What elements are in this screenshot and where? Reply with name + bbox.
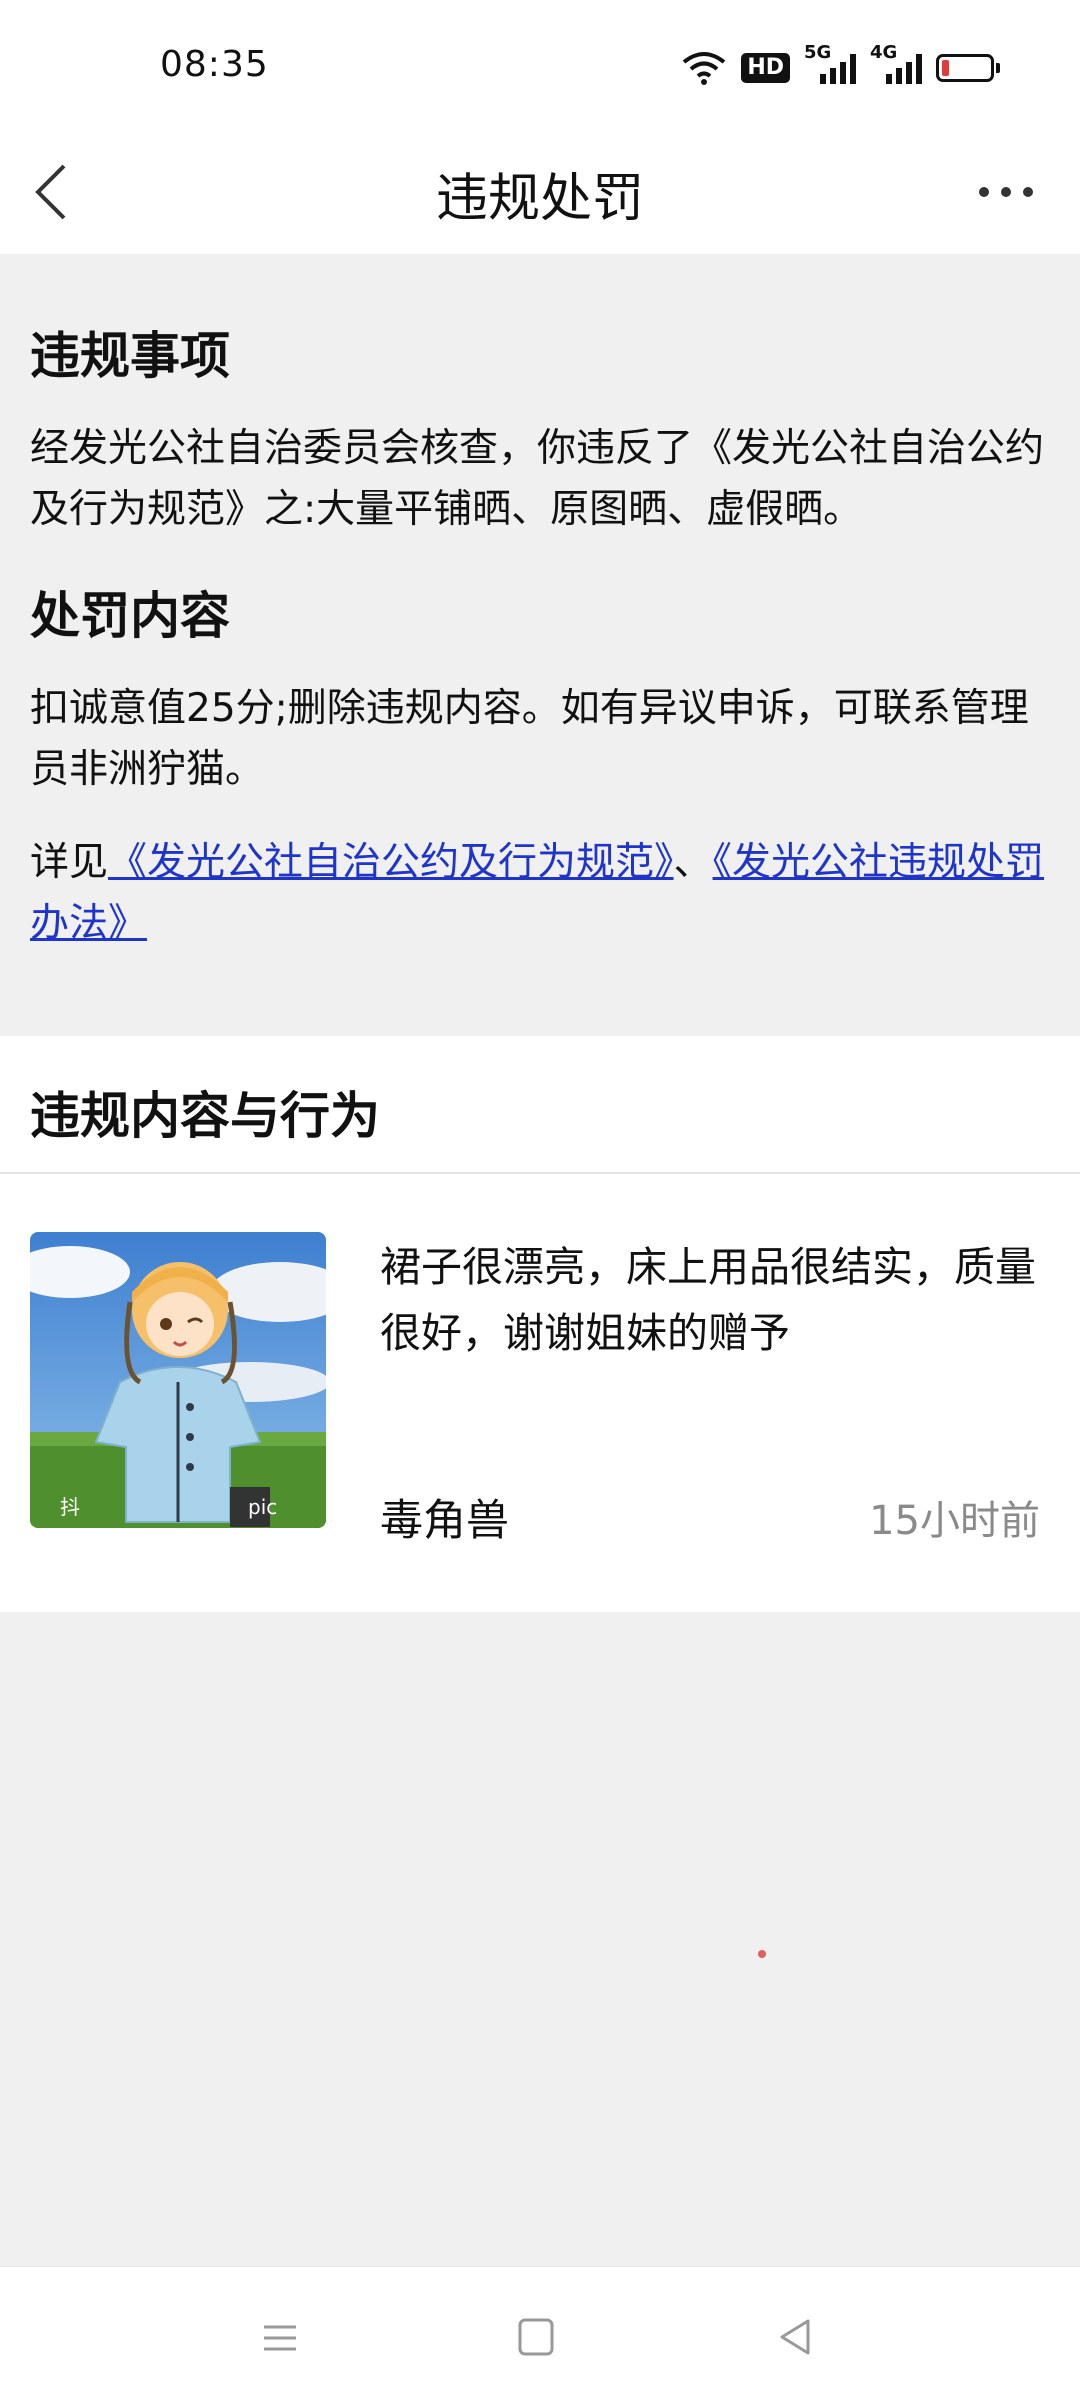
- link-separator: 、: [673, 840, 713, 885]
- wifi-icon: [683, 52, 726, 85]
- nav-menu-button[interactable]: [250, 2307, 310, 2367]
- rules-reference: 详见《发光公社自治公约及行为规范》、《发光公社违规处罚办法》: [30, 832, 1050, 954]
- menu-icon: [264, 2325, 296, 2351]
- more-horizontal-icon: [979, 187, 1033, 197]
- thumbnail-watermark: 抖: [60, 1495, 80, 1519]
- battery-level: [942, 60, 949, 76]
- violation-text: 经发光公社自治委员会核查，你违反了《发光公社自治公约及行为规范》之:大量平铺晒、…: [30, 426, 1045, 532]
- hd-icon: HD: [741, 53, 790, 83]
- post-author[interactable]: 毒角兽: [380, 1486, 509, 1548]
- rules-link-conduct[interactable]: 《发光公社自治公约及行为规范》: [108, 840, 674, 885]
- more-options-button[interactable]: [966, 170, 1046, 214]
- signal-5g-icon: 5G: [804, 42, 856, 88]
- penalty-heading: 处罚内容: [30, 587, 230, 645]
- status-time: 08:35: [160, 44, 269, 85]
- violation-info-section: 违规事项 经发光公社自治委员会核查，你违反了《发光公社自治公约及行为规范》之:大…: [0, 254, 1080, 1006]
- status-bar: 08:35 HD 5G 4G: [0, 0, 1080, 130]
- page-title: 违规处罚: [435, 169, 644, 229]
- home-square-icon: [518, 2318, 554, 2356]
- violation-heading: 违规事项: [30, 327, 230, 385]
- signal-4g-icon: 4G: [870, 42, 922, 88]
- post-time: 15小时前: [869, 1498, 1040, 1544]
- nav-home-button[interactable]: [506, 2307, 566, 2367]
- back-triangle-icon: [780, 2319, 810, 2355]
- battery-icon: [936, 54, 1000, 82]
- divider: [0, 1172, 1080, 1174]
- post-image: 抖 pic: [30, 1232, 326, 1528]
- see-prefix: 详见: [30, 840, 109, 885]
- thumbnail-watermark-suffix: pic: [248, 1495, 277, 1519]
- title-bar: 违规处罚: [0, 130, 1080, 254]
- system-nav-bar: [0, 2266, 1080, 2401]
- post-text[interactable]: 裙子很漂亮，床上用品很结实，质量很好，谢谢姐妹的赠予: [380, 1234, 1040, 1366]
- status-icons: HD 5G 4G: [681, 42, 1000, 90]
- penalty-text: 扣诚意值25分;删除违规内容。如有异议申诉，可联系管理员非洲狞猫。: [30, 686, 1029, 792]
- post-thumbnail[interactable]: 抖 pic: [30, 1232, 326, 1528]
- nav-back-button[interactable]: [766, 2307, 826, 2367]
- violation-content-card: 违规内容与行为 抖 pic 裙子很漂亮，床上用品很结实，质量很好，谢谢姐妹的赠予…: [0, 1036, 1080, 1612]
- content-heading: 违规内容与行为: [30, 1087, 380, 1145]
- touch-indicator-dot: [758, 1950, 766, 1958]
